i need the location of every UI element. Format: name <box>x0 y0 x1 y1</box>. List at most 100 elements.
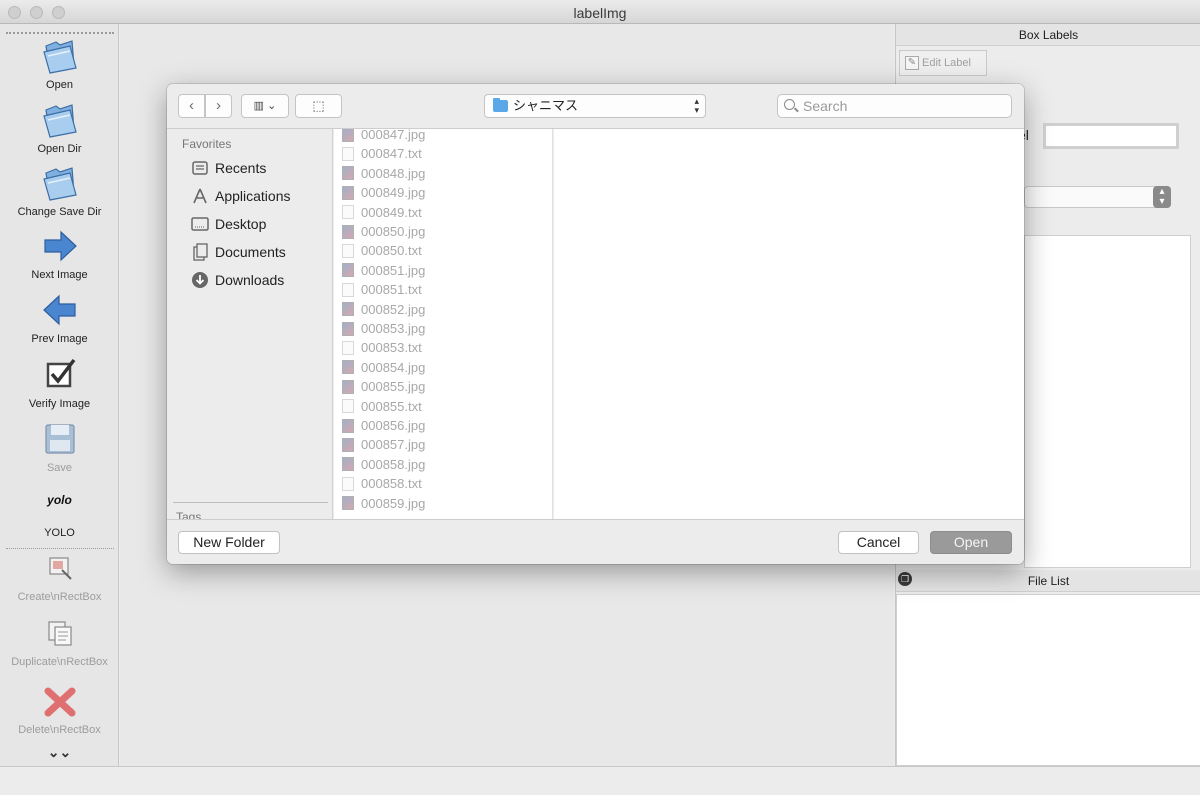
file-row[interactable]: 000853.jpg <box>334 319 552 338</box>
sidebar-item-desktop[interactable]: Desktop <box>191 215 266 233</box>
create-rectbox-button[interactable]: Create\nRectBox <box>0 548 119 603</box>
file-list[interactable] <box>896 594 1200 766</box>
yolo-icon: yolo <box>40 484 80 524</box>
title-bar: labelImg <box>0 0 1200 24</box>
save-button[interactable]: Save <box>0 419 119 474</box>
sidebar-item-label: Desktop <box>215 216 267 232</box>
new-folder-toolbar-button[interactable]: ⬚ <box>295 94 342 118</box>
next-image-button[interactable]: Next Image <box>0 226 119 281</box>
dialog-toolbar: ‹ › ▥ ⌄ ⬚ シャニマス ▴ ▾ Search <box>167 84 1024 129</box>
search-placeholder: Search <box>803 98 848 114</box>
combobox-arrows-icon[interactable]: ▴ ▾ <box>1153 186 1171 208</box>
search-icon <box>784 99 795 110</box>
file-list-header: ❐ File List <box>896 570 1200 592</box>
file-row[interactable]: 000854.jpg <box>334 358 552 377</box>
image-file-icon <box>342 360 354 375</box>
file-row[interactable]: 000849.jpg <box>334 183 552 202</box>
file-name: 000852.jpg <box>361 301 426 317</box>
recents-icon <box>191 159 209 177</box>
label-combobox[interactable]: ▴ ▾ <box>1024 186 1171 208</box>
prev-image-label: Prev Image <box>31 333 88 345</box>
double-chevron-down-icon[interactable]: ⌄⌄ <box>0 744 119 761</box>
status-bar <box>0 766 1200 795</box>
forward-button[interactable]: › <box>205 94 232 118</box>
file-row[interactable]: 000852.jpg <box>334 300 552 319</box>
downloads-icon <box>191 271 209 289</box>
file-row[interactable]: 000847.jpg <box>334 129 552 144</box>
float-dock-icon[interactable]: ❐ <box>898 572 912 586</box>
sidebar-item-label: Documents <box>215 244 286 260</box>
file-row[interactable]: 000855.jpg <box>334 377 552 396</box>
file-row[interactable]: 000855.txt <box>334 397 552 416</box>
open-dir-button[interactable]: Open Dir <box>0 100 119 155</box>
sidebar-item-documents[interactable]: Documents <box>191 243 286 261</box>
file-row[interactable]: 000858.txt <box>334 474 552 493</box>
view-mode-button[interactable]: ▥ ⌄ <box>241 94 289 118</box>
prev-image-button[interactable]: Prev Image <box>0 290 119 345</box>
verify-image-button[interactable]: Verify Image <box>0 355 119 410</box>
save-label: Save <box>46 462 73 474</box>
dialog-sidebar: Favorites Recents Applications Desktop D… <box>167 129 333 524</box>
sidebar-item-applications[interactable]: Applications <box>191 187 291 205</box>
file-row[interactable]: 000850.jpg <box>334 222 552 241</box>
open-button[interactable]: Open <box>0 36 119 91</box>
labelimg-window: labelImg Open Open Dir Change Save Dir N… <box>0 0 1200 795</box>
path-popup-button[interactable]: シャニマス ▴ ▾ <box>484 94 706 118</box>
sidebar-item-downloads[interactable]: Downloads <box>191 271 284 289</box>
sidebar-item-recents[interactable]: Recents <box>191 159 266 177</box>
text-file-icon <box>342 282 354 297</box>
file-preview-column[interactable] <box>554 129 1024 519</box>
file-row[interactable]: 000851.txt <box>334 280 552 299</box>
text-file-icon <box>342 399 354 414</box>
file-browser-column[interactable]: 000847.jpg 000847.txt 000848.jpg 000849.jpg… <box>334 129 553 519</box>
duplicate-rectbox-button[interactable]: Duplicate\nRectBox <box>0 613 119 668</box>
delete-rectbox-button[interactable]: Delete\nRectBox <box>0 681 119 736</box>
file-name: 000855.jpg <box>361 379 426 395</box>
file-row[interactable]: 000853.txt <box>334 338 552 357</box>
file-row[interactable]: 000857.jpg <box>334 435 552 454</box>
file-row[interactable]: 000848.jpg <box>334 164 552 183</box>
file-row[interactable]: 000847.txt <box>334 144 552 163</box>
verify-image-label: Verify Image <box>28 398 91 410</box>
image-file-icon <box>342 379 354 394</box>
delete-x-icon <box>44 687 75 717</box>
label-list[interactable] <box>1024 235 1191 568</box>
default-label-input[interactable] <box>1043 123 1179 149</box>
desktop-icon <box>191 215 209 233</box>
column-view-icon: ▥ <box>253 100 265 112</box>
open-file-button[interactable]: Open <box>930 531 1012 554</box>
open-file-dialog: ‹ › ▥ ⌄ ⬚ シャニマス ▴ ▾ Search Favorites Rec… <box>167 84 1024 564</box>
yolo-button[interactable]: yolo YOLO <box>0 484 119 539</box>
file-row[interactable]: 000849.txt <box>334 203 552 222</box>
image-file-icon <box>342 166 354 181</box>
duplicate-rectbox-label: Duplicate\nRectBox <box>11 656 108 668</box>
back-button[interactable]: ‹ <box>178 94 205 118</box>
current-folder-name: シャニマス <box>513 98 579 113</box>
file-row[interactable]: 000859.jpg <box>334 494 552 513</box>
file-row[interactable]: 000851.jpg <box>334 261 552 280</box>
file-name: 000857.jpg <box>361 437 426 453</box>
file-name: 000848.jpg <box>361 165 426 181</box>
file-name: 000858.jpg <box>361 456 426 472</box>
file-row[interactable]: 000850.txt <box>334 241 552 260</box>
image-file-icon <box>342 457 354 472</box>
window-title: labelImg <box>573 5 627 21</box>
file-name: 000858.txt <box>361 476 422 492</box>
folder-open-icon <box>42 40 77 74</box>
change-save-dir-button[interactable]: Change Save Dir <box>0 163 119 218</box>
chevron-left-icon: ‹ <box>189 97 194 114</box>
search-input[interactable]: Search <box>777 94 1012 118</box>
toolbar-grip[interactable] <box>6 32 114 34</box>
file-name: 000859.jpg <box>361 495 426 511</box>
edit-label-button[interactable]: ✎ Edit Label <box>899 50 987 76</box>
image-file-icon <box>342 263 354 278</box>
file-row[interactable]: 000858.jpg <box>334 455 552 474</box>
sidebar-item-label: Downloads <box>215 272 285 288</box>
arrow-right-icon <box>43 230 77 262</box>
file-name: 000853.jpg <box>361 321 426 336</box>
new-folder-button[interactable]: New Folder <box>178 531 280 554</box>
create-rectbox-label: Create\nRectBox <box>17 591 102 603</box>
file-row[interactable]: 000856.jpg <box>334 416 552 435</box>
cancel-button[interactable]: Cancel <box>838 531 919 554</box>
sidebar-section: Favorites Recents Applications Desktop D… <box>173 129 328 503</box>
